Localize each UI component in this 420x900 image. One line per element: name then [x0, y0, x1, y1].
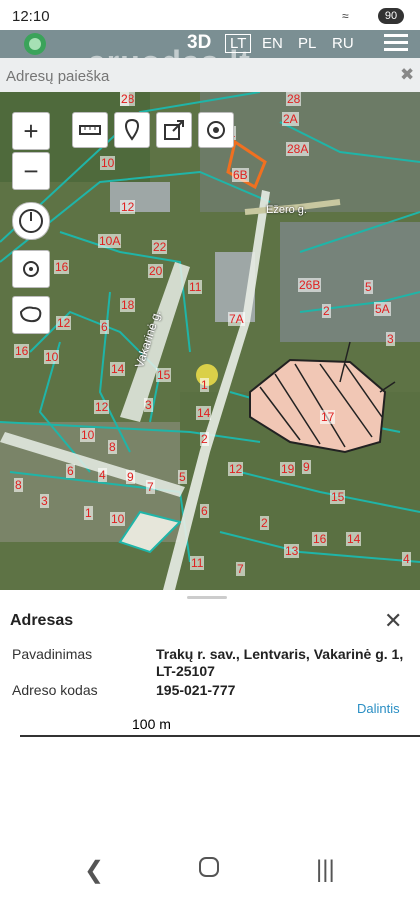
scale-label: 100 m	[132, 716, 171, 732]
parcel-number-label: 3	[386, 332, 395, 346]
parcel-number-label: 6	[200, 504, 209, 518]
lang-ru[interactable]: RU	[332, 35, 354, 52]
scale-line	[20, 735, 420, 737]
parcel-number-label: 1	[200, 378, 209, 392]
parcel-number-label: 9	[126, 470, 135, 484]
share-link[interactable]: Dalintis	[357, 701, 400, 716]
parcel-number-label: 2	[200, 432, 209, 446]
parcel-number-label: 6B	[232, 168, 249, 182]
parcel-number-label: 11	[188, 280, 203, 294]
parcel-number-label: 8	[14, 478, 23, 492]
address-search-input[interactable]	[0, 58, 398, 94]
parcel-number-label: 17	[320, 410, 336, 424]
parcel-number-label: 2	[260, 516, 269, 530]
parcel-number-label: 6	[66, 464, 75, 478]
code-value: 195-021-777	[156, 682, 236, 698]
parcel-number-label: 7	[236, 562, 245, 576]
parcel-number-label: 16	[54, 260, 70, 274]
parcel-number-label: 15	[330, 490, 346, 504]
zoom-out-button[interactable]: −	[12, 152, 50, 190]
parcel-number-label: 10	[100, 156, 116, 170]
parcel-number-label: 14	[110, 362, 126, 376]
home-icon[interactable]	[198, 856, 220, 885]
back-icon[interactable]: ❮	[84, 856, 104, 885]
status-time: 12:10	[12, 8, 50, 25]
parcel-number-label: 7	[146, 480, 155, 494]
parcel-number-label: 15	[156, 368, 172, 382]
app-logo-icon[interactable]	[22, 32, 48, 56]
parcel-number-label: 7A	[228, 312, 245, 326]
measure-distance-icon[interactable]	[72, 112, 108, 148]
name-label: Pavadinimas	[12, 646, 93, 662]
layers-icon[interactable]	[12, 296, 50, 334]
zoom-in-button[interactable]: +	[12, 112, 50, 150]
parcel-labels: 28282A28A10126B2210A201611187A1261610141…	[0, 92, 420, 590]
battery-icon: 90	[378, 8, 404, 24]
clear-search-icon[interactable]: ✖	[400, 65, 414, 85]
panel-drag-handle[interactable]	[187, 596, 227, 599]
parcel-number-label: 12	[94, 400, 110, 414]
parcel-number-label: 20	[148, 264, 164, 278]
parcel-number-label: 28	[286, 92, 302, 106]
parcel-number-label: 28A	[286, 142, 310, 156]
parcel-number-label: 9	[302, 460, 311, 474]
hamburger-menu-icon[interactable]	[384, 34, 408, 54]
parcel-number-label: 13	[284, 544, 300, 558]
parcel-number-label: 4	[98, 468, 107, 482]
parcel-number-label: 5	[178, 470, 187, 484]
share-map-icon[interactable]	[156, 112, 192, 148]
parcel-number-label: 18	[120, 298, 136, 312]
parcel-number-label: 4	[402, 552, 411, 566]
parcel-number-label: 14	[196, 406, 212, 420]
marker-pin-icon[interactable]	[114, 112, 150, 148]
parcel-number-label: 10	[80, 428, 96, 442]
lang-pl[interactable]: PL	[298, 35, 316, 52]
close-icon[interactable]: ✕	[384, 608, 402, 634]
status-bar: 12:10 ≈ 90	[0, 0, 420, 30]
parcel-number-label: 14	[346, 532, 362, 546]
wifi-icon: ≈	[342, 9, 349, 23]
locate-me-icon[interactable]	[12, 250, 50, 288]
parcel-number-label: 12	[228, 462, 244, 476]
parcel-number-label: 19	[280, 462, 296, 476]
parcel-number-label: 12	[120, 200, 136, 214]
lang-en[interactable]: EN	[262, 35, 283, 52]
parcel-number-label: 2	[322, 304, 331, 318]
parcel-number-label: 3	[40, 494, 49, 508]
parcel-number-label: 10	[110, 512, 126, 526]
parcel-number-label: 26B	[298, 278, 322, 292]
parcel-number-label: 16	[14, 344, 30, 358]
parcel-number-label: 12	[56, 316, 72, 330]
parcel-number-label: 10	[44, 350, 60, 364]
parcel-number-label: 3	[144, 398, 153, 412]
parcel-number-label: 2A	[282, 112, 299, 126]
parcel-number-label: 1	[84, 506, 93, 520]
street-label: Ežero g.	[266, 204, 307, 216]
code-label: Adreso kodas	[12, 682, 98, 698]
parcel-number-label: 6	[100, 320, 109, 334]
parcel-number-label: 11	[190, 556, 205, 570]
parcel-number-label: 16	[312, 532, 328, 546]
panel-title: Adresas	[10, 612, 74, 629]
map-view[interactable]: 28282A28A10126B2210A201611187A1261610141…	[0, 92, 420, 590]
search-bar: ✖	[0, 58, 420, 94]
compass-icon[interactable]	[12, 202, 50, 240]
recents-icon[interactable]: |||	[316, 856, 335, 884]
target-icon[interactable]	[198, 112, 234, 148]
parcel-number-label: 5	[364, 280, 373, 294]
parcel-number-label: 8	[108, 440, 117, 454]
parcel-number-label: 5A	[374, 302, 391, 316]
android-nav-bar: ❮ |||	[0, 840, 420, 900]
parcel-number-label: 2	[120, 92, 129, 106]
parcel-number-label: 22	[152, 240, 168, 254]
parcel-number-label: 10A	[98, 234, 122, 248]
name-value: Trakų r. sav., Lentvaris, Vakarinė g. 1,…	[156, 646, 404, 679]
